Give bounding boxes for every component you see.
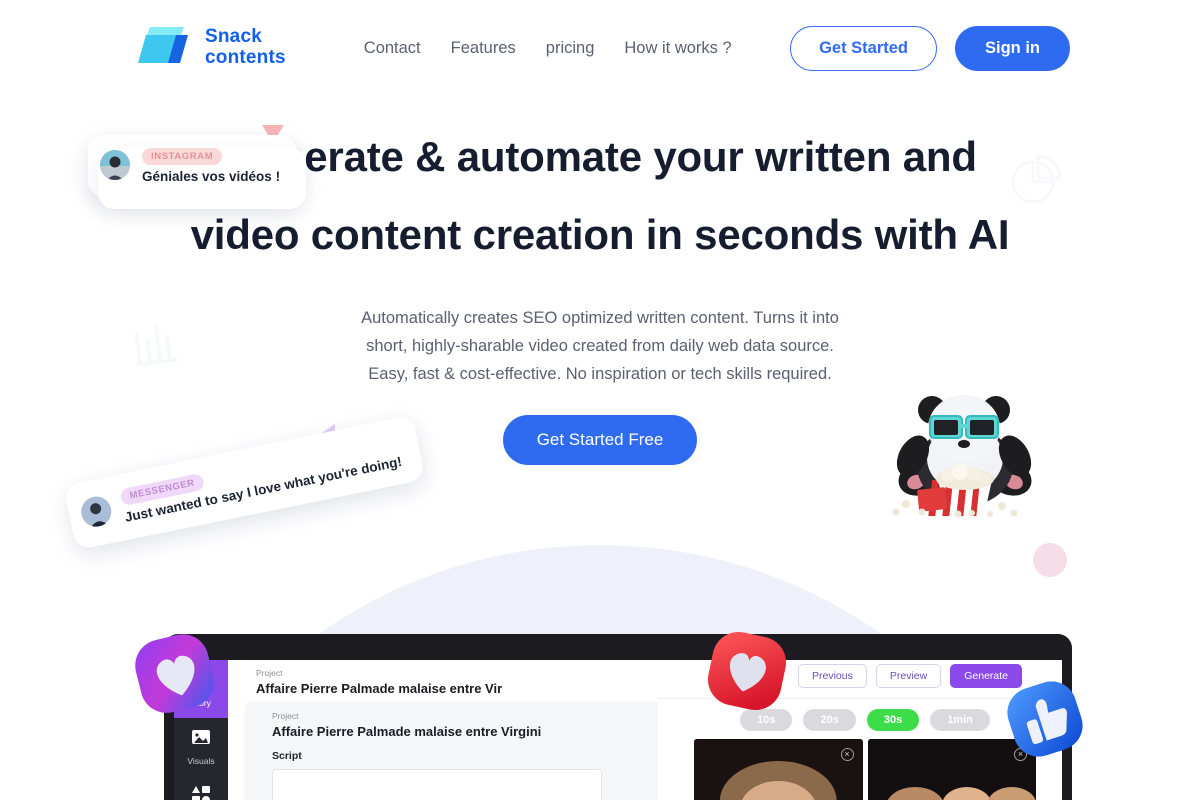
sign-in-button[interactable]: Sign in (955, 25, 1070, 71)
heart-reaction-red-icon (707, 631, 787, 711)
brand-name-line1: Snack (205, 26, 262, 48)
brand-name: Snack contents (205, 27, 286, 68)
landing-page: Snack contents Contact Features pricing … (0, 0, 1200, 800)
nav-item-pricing[interactable]: pricing (546, 39, 595, 58)
nav-item-contact[interactable]: Contact (364, 39, 421, 58)
nav-item-how-it-works[interactable]: How it works ? (624, 39, 731, 58)
duration-pill-30s[interactable]: 30s (866, 709, 920, 731)
close-circle-icon[interactable]: × (840, 748, 854, 761)
brand-name-line2: contents (205, 47, 286, 68)
circle-dot-icon (1033, 543, 1067, 577)
testimonial-body: INSTAGRAM Géniales vos vidéos ! (142, 146, 280, 184)
nav-item-features[interactable]: Features (451, 39, 516, 58)
duration-pill-1min[interactable]: 1min (930, 709, 990, 731)
avatar (100, 150, 130, 180)
app-mockup-window: Story Visuals (174, 660, 1062, 800)
brand-logo[interactable]: Snack contents (132, 23, 286, 73)
panda-mascot-illustration (892, 395, 1032, 518)
headline-line-2: video content creation in seconds with A… (190, 211, 1010, 258)
get-started-button[interactable]: Get Started (790, 25, 937, 71)
preview-button[interactable]: Preview (875, 664, 942, 688)
sidebar-item-visuals[interactable]: Visuals (174, 718, 228, 776)
testimonial-card-instagram: INSTAGRAM Géniales vos vidéos ! (88, 135, 307, 209)
thumbs-up-reaction-blue-icon (1007, 681, 1083, 757)
testimonial-message: Géniales vos vidéos ! (142, 169, 281, 184)
previous-button[interactable]: Previous (798, 664, 867, 688)
app-main-area: Project Affaire Pierre Palmade malaise e… (228, 660, 1062, 800)
stacked-parallelograms-logo-icon (138, 27, 188, 63)
main-nav: Contact Features pricing How it works ? (364, 39, 732, 58)
heart-reaction-purple-icon (135, 634, 214, 713)
sidebar-item-elements[interactable]: Elements (174, 776, 228, 800)
headline-line-1: Generate & automate your written and (223, 133, 977, 180)
video-thumbnails: × × (658, 739, 1062, 800)
hero-subtitle: Automatically creates SEO optimized writ… (361, 309, 839, 383)
platform-badge: INSTAGRAM (142, 148, 223, 165)
script-input[interactable] (272, 769, 602, 800)
duration-pill-20s[interactable]: 20s (803, 709, 856, 731)
video-thumbnail[interactable]: × (694, 739, 863, 800)
get-started-free-button[interactable]: Get Started Free (502, 415, 698, 465)
avatar (78, 493, 114, 530)
site-header: Snack contents Contact Features pricing … (0, 0, 1200, 96)
image-icon (192, 730, 210, 744)
shapes-icon (192, 786, 210, 800)
sidebar-item-label: Visuals (187, 756, 215, 766)
header-actions: Get Started Sign in (790, 25, 1070, 71)
app-mockup: Story Visuals (164, 634, 1072, 800)
